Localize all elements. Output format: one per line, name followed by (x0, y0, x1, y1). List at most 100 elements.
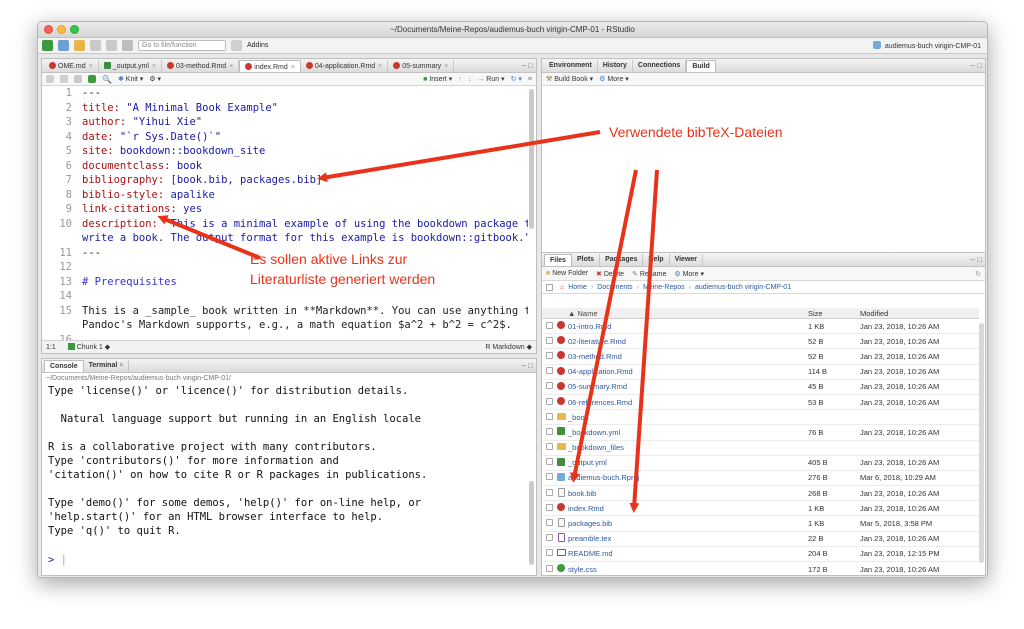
file-row[interactable]: style.css 172 B Jan 23, 2018, 10:26 AM (542, 562, 979, 575)
tab-build[interactable]: Build (686, 60, 716, 72)
open-file-icon[interactable] (74, 40, 85, 51)
goto-file-input[interactable]: Go to file/function (138, 40, 226, 51)
pane-window-controls[interactable]: – □ (970, 255, 982, 264)
column-size-header[interactable]: Size (808, 309, 860, 318)
file-name-link[interactable]: 06-references.Rmd (568, 398, 808, 407)
file-row[interactable]: book.bib 268 B Jan 23, 2018, 10:26 AM (542, 486, 979, 502)
file-name-link[interactable]: style.css (568, 565, 808, 574)
save-icon[interactable] (90, 40, 101, 51)
files-scrollbar[interactable] (979, 323, 984, 563)
file-row[interactable]: 02-literature.Rmd 52 B Jan 23, 2018, 10:26… (542, 334, 979, 350)
file-name-link[interactable]: _bookdown_files (568, 443, 808, 452)
file-checkbox[interactable] (546, 549, 553, 557)
file-row[interactable]: 04-application.Rmd 114 B Jan 23, 2018, 10:… (542, 365, 979, 380)
print-icon[interactable] (122, 40, 133, 51)
up-arrow-icon[interactable]: ↑ (458, 76, 462, 83)
settings-gear-icon[interactable]: ⚙ ▾ (149, 75, 161, 83)
tab-history[interactable]: History (598, 60, 633, 72)
console-prompt[interactable]: > | (48, 554, 67, 566)
file-name-link[interactable]: 05-summary.Rmd (568, 382, 808, 391)
editor-tab[interactable]: 03-method.Rmd × (162, 60, 240, 72)
close-tab-icon[interactable]: × (229, 63, 233, 70)
tab-console[interactable]: Console (44, 360, 84, 372)
file-checkbox[interactable] (546, 412, 553, 420)
outline-icon[interactable]: ≡ (528, 76, 532, 83)
file-name-link[interactable]: _book (568, 413, 808, 422)
select-all-checkbox[interactable] (546, 283, 553, 291)
file-row[interactable]: packages.bib 1 KB Mar 5, 2018, 3:58 PM (542, 516, 979, 532)
files-more-menu[interactable]: ⚙ More ▾ (674, 270, 704, 278)
file-name-link[interactable]: 01-intro.Rmd (568, 322, 808, 331)
file-checkbox[interactable] (546, 458, 553, 466)
close-tab-icon[interactable]: × (291, 64, 295, 71)
file-checkbox[interactable] (546, 397, 553, 405)
file-name-link[interactable]: 02-literature.Rmd (568, 337, 808, 346)
build-book-button[interactable]: ⚒ Build Book ▾ (546, 75, 593, 83)
tab-packages[interactable]: Packages (600, 254, 644, 266)
file-checkbox[interactable] (546, 351, 553, 359)
editor-tab[interactable]: index.Rmd × (239, 60, 301, 72)
pane-window-controls[interactable]: – □ (521, 61, 533, 70)
save-all-icon[interactable] (106, 40, 117, 51)
spellcheck-icon[interactable] (88, 75, 96, 83)
file-row[interactable]: 06-references.Rmd 53 B Jan 23, 2018, 10:26… (542, 395, 979, 411)
tab-connections[interactable]: Connections (633, 60, 687, 72)
close-tab-icon[interactable]: × (89, 63, 93, 70)
file-row[interactable]: _book (542, 410, 979, 426)
editor-tab[interactable]: OME.md × (44, 60, 99, 72)
tab-files[interactable]: Files (544, 254, 572, 266)
editor-scrollbar[interactable] (529, 89, 534, 229)
file-checkbox[interactable] (546, 564, 553, 572)
file-row[interactable]: 03-method.Rmd 52 B Jan 23, 2018, 10:26 AM (542, 349, 979, 365)
home-icon[interactable]: ⌂ (560, 284, 564, 291)
file-row[interactable]: _bookdown.yml 76 B Jan 23, 2018, 10:26 AM (542, 425, 979, 441)
tab-help[interactable]: Help (643, 254, 670, 266)
save-doc-icon[interactable] (74, 75, 82, 83)
close-tab-icon[interactable]: × (378, 63, 382, 70)
new-folder-button[interactable]: ■ New Folder (546, 270, 588, 277)
tab-plots[interactable]: Plots (572, 254, 601, 266)
file-checkbox[interactable] (546, 534, 553, 542)
file-row[interactable]: README.md 204 B Jan 23, 2018, 12:15 PM (542, 547, 979, 562)
build-more-menu[interactable]: ⚙ More ▾ (599, 75, 629, 83)
file-checkbox[interactable] (546, 443, 553, 451)
file-name-link[interactable]: preamble.tex (568, 534, 808, 543)
file-name-link[interactable]: book.bib (568, 489, 808, 498)
file-checkbox[interactable] (546, 367, 553, 375)
file-checkbox[interactable] (546, 321, 553, 329)
addins-menu[interactable]: Addins (247, 42, 268, 49)
breadcrumb-item[interactable]: Home (568, 284, 587, 291)
breadcrumb-item[interactable]: Documents (597, 284, 632, 291)
tab-environment[interactable]: Environment (544, 60, 598, 72)
breadcrumb-item[interactable]: audiemus-buch virigin-CMP-01 (695, 284, 791, 291)
run-button[interactable]: → Run ▾ (477, 75, 504, 83)
rename-button[interactable]: ✎ Rename (632, 270, 666, 278)
file-name-link[interactable]: index.Rmd (568, 504, 808, 513)
file-row[interactable]: preamble.tex 22 B Jan 23, 2018, 10:26 AM (542, 532, 979, 547)
back-icon[interactable] (46, 75, 54, 83)
console-scrollbar[interactable] (529, 481, 534, 565)
file-name-link[interactable]: README.md (568, 549, 808, 558)
file-row[interactable]: 01-intro.Rmd 1 KB Jan 23, 2018, 10:26 AM (542, 319, 979, 335)
file-checkbox[interactable] (546, 503, 553, 511)
file-checkbox[interactable] (546, 473, 553, 481)
pane-window-controls[interactable]: – □ (521, 361, 533, 370)
file-row[interactable]: 05-summary.Rmd 45 B Jan 23, 2018, 10:26 AM (542, 380, 979, 395)
file-name-link[interactable]: 04-application.Rmd (568, 367, 808, 376)
file-checkbox[interactable] (546, 382, 553, 390)
search-icon[interactable]: 🔍 (102, 75, 112, 84)
file-row[interactable]: _output.yml 405 B Jan 23, 2018, 10:26 AM (542, 456, 979, 471)
column-modified-header[interactable]: Modified (860, 309, 979, 318)
code-editor[interactable]: 1234567891011121314151617 ---title: "A M… (42, 86, 528, 340)
file-checkbox[interactable] (546, 519, 553, 527)
file-row[interactable]: _bookdown_files (542, 441, 979, 456)
project-menu[interactable]: audiemus-buch virigin-CMP-01 (872, 41, 981, 50)
file-checkbox[interactable] (546, 488, 553, 496)
file-row[interactable]: audiemus-buch.Rproj 276 B Mar 6, 2018, 10:… (542, 471, 979, 487)
file-name-link[interactable]: audiemus-buch.Rproj (568, 473, 808, 482)
insert-chunk-button[interactable]: ■ Insert ▾ (423, 75, 452, 83)
down-arrow-icon[interactable]: ↓ (468, 76, 472, 83)
file-checkbox[interactable] (546, 427, 553, 435)
file-name-link[interactable]: packages.bib (568, 519, 808, 528)
close-tab-icon[interactable]: × (152, 63, 156, 70)
